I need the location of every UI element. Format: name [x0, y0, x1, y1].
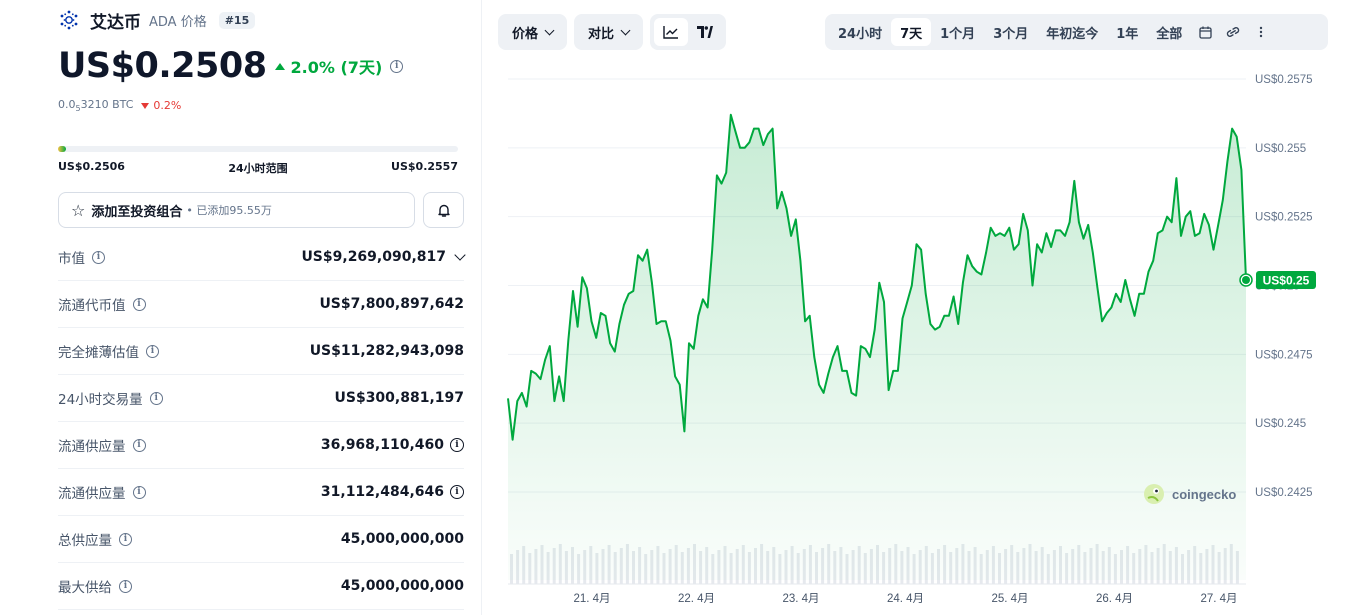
cardano-logo-icon	[60, 10, 78, 30]
timeframe-1y[interactable]: 1年	[1107, 18, 1147, 46]
current-price-tag-label: US$0.25	[1263, 273, 1310, 287]
24h-range-bar	[58, 146, 458, 152]
stat-row-max-supply: 最大供给 i 45,000,000,000	[58, 563, 464, 610]
panel-divider	[481, 0, 482, 615]
24h-range-labels: US$0.2506 24小时范围 US$0.2557	[58, 160, 458, 176]
compare-dropdown[interactable]: 对比	[574, 14, 644, 50]
timeframe-3m[interactable]: 3个月	[984, 18, 1037, 46]
line-chart-icon	[663, 26, 679, 39]
stat-row-fdv: 完全摊薄估值 i US$11,282,943,098	[58, 328, 464, 375]
x-tick-label: 24. 4月	[887, 593, 924, 605]
tradingview-button[interactable]	[688, 18, 722, 46]
line-chart-button[interactable]	[654, 18, 689, 46]
stat-row-market-cap: 市值 i US$9,269,090,817	[58, 234, 466, 281]
caret-down-icon	[141, 102, 150, 109]
range-high: US$0.2557	[391, 160, 458, 173]
stat-row-circulating-supply-2: 流通供应量 i 31,112,484,646 i	[58, 469, 464, 516]
caret-up-icon	[274, 62, 285, 70]
info-icon[interactable]: i	[132, 485, 146, 499]
timeframe-7d[interactable]: 7天	[891, 18, 932, 46]
info-icon[interactable]: i	[92, 250, 105, 264]
info-icon[interactable]: i	[390, 59, 404, 73]
calendar-icon	[1199, 26, 1212, 39]
stat-row-24h-volume: 24小时交易量 i US$300,881,197	[58, 375, 464, 422]
coin-header: 艾达币 ADA 价格 #15	[58, 8, 256, 33]
price-change-value: 2.0% (7天)	[290, 58, 383, 77]
market-stats: 市值 i US$9,269,090,817 流通代币值 i US$7,800,897…	[58, 234, 466, 610]
price-dropdown[interactable]: 价格	[498, 14, 568, 50]
star-icon: ☆	[71, 200, 86, 220]
timeframe-ytd[interactable]: 年初迄今	[1037, 18, 1107, 46]
portfolio-actions: ☆ 添加至投资组合 • 已添加95.55万	[58, 192, 464, 228]
x-tick-label: 21. 4月	[573, 593, 610, 605]
y-tick-label: US$0.2525	[1255, 212, 1313, 224]
y-tick-label: US$0.2475	[1255, 349, 1313, 361]
coin-overview-panel: 艾达币 ADA 价格 #15 US$0.2508 2.0% (7天) i 0.0…	[58, 0, 466, 615]
timeframe-all[interactable]: 全部	[1147, 18, 1191, 46]
stat-row-circulating-value: 流通代币值 i US$7,800,897,642	[58, 281, 464, 328]
range-label: 24小时范围	[228, 162, 288, 175]
price-area	[508, 114, 1246, 581]
timeframe-24h[interactable]: 24小时	[829, 18, 891, 46]
info-icon[interactable]: i	[132, 438, 146, 452]
range-fill	[58, 146, 66, 152]
price-alert-button[interactable]	[423, 192, 464, 228]
chevron-down-icon[interactable]	[454, 249, 466, 261]
chart-type-toggle	[650, 14, 727, 50]
coingecko-watermark: coingecko	[1144, 484, 1236, 504]
info-icon[interactable]: i	[450, 438, 464, 452]
bell-icon	[437, 204, 450, 217]
y-tick-label: US$0.255	[1255, 143, 1306, 155]
x-tick-label: 25. 4月	[991, 593, 1028, 605]
add-to-portfolio-label: 添加至投资组合	[91, 204, 183, 220]
add-to-portfolio-button[interactable]: ☆ 添加至投资组合 • 已添加95.55万	[58, 192, 415, 228]
x-tick-label: 22. 4月	[678, 593, 715, 605]
chevron-down-icon	[620, 25, 631, 35]
x-tick-label: 26. 4月	[1096, 593, 1133, 605]
portfolio-added-count: • 已添加95.55万	[186, 204, 272, 217]
price-row: US$0.2508 2.0% (7天) i	[58, 44, 404, 88]
info-icon[interactable]: i	[149, 391, 163, 405]
more-options-button[interactable]	[1247, 18, 1275, 46]
current-price: US$0.2508	[58, 46, 267, 86]
timeframe-selector: 24小时 7天 1个月 3个月 年初迄今 1年 全部	[825, 14, 1328, 50]
btc-price: 0.053210 BTC	[58, 98, 134, 114]
calendar-button[interactable]	[1191, 18, 1219, 46]
stat-row-total-supply: 总供应量 i 45,000,000,000	[58, 516, 464, 563]
timeframe-1m[interactable]: 1个月	[931, 18, 984, 46]
info-icon[interactable]: i	[119, 532, 132, 546]
info-icon[interactable]: i	[450, 485, 464, 499]
y-tick-label: US$0.2575	[1255, 74, 1313, 86]
range-low: US$0.2506	[58, 160, 125, 173]
info-icon[interactable]: i	[146, 344, 159, 358]
more-vertical-icon	[1260, 26, 1263, 38]
share-link-button[interactable]	[1219, 18, 1247, 46]
btc-price-row: 0.053210 BTC 0.2%	[58, 98, 181, 113]
watermark-text: coingecko	[1172, 487, 1236, 502]
y-tick-label: US$0.245	[1255, 418, 1306, 430]
x-tick-label: 27. 4月	[1200, 593, 1237, 605]
price-chart-svg: US$0.2575 US$0.255 US$0.2525 US$0.25 US$0.24…	[507, 74, 1316, 605]
btc-change: 0.2%	[141, 99, 181, 112]
rank-badge: #15	[218, 11, 256, 29]
chart-toolbar-left: 价格 对比	[498, 14, 727, 50]
info-icon[interactable]: i	[119, 579, 132, 593]
coin-symbol: ADA 价格	[149, 14, 207, 30]
stat-row-circulating-supply: 流通供应量 i 36,968,110,460 i	[58, 422, 464, 469]
tradingview-icon	[697, 26, 714, 38]
info-icon[interactable]: i	[132, 297, 146, 311]
link-icon	[1227, 27, 1240, 37]
current-price-marker	[1242, 275, 1250, 284]
y-tick-label: US$0.2425	[1255, 487, 1313, 499]
x-tick-label: 23. 4月	[782, 593, 819, 605]
price-chart[interactable]: US$0.2575 US$0.255 US$0.2525 US$0.25 US$0.24…	[498, 60, 1360, 615]
coin-name: 艾达币	[90, 12, 141, 33]
chevron-down-icon	[544, 25, 555, 35]
price-change: 2.0% (7天)	[274, 54, 383, 78]
